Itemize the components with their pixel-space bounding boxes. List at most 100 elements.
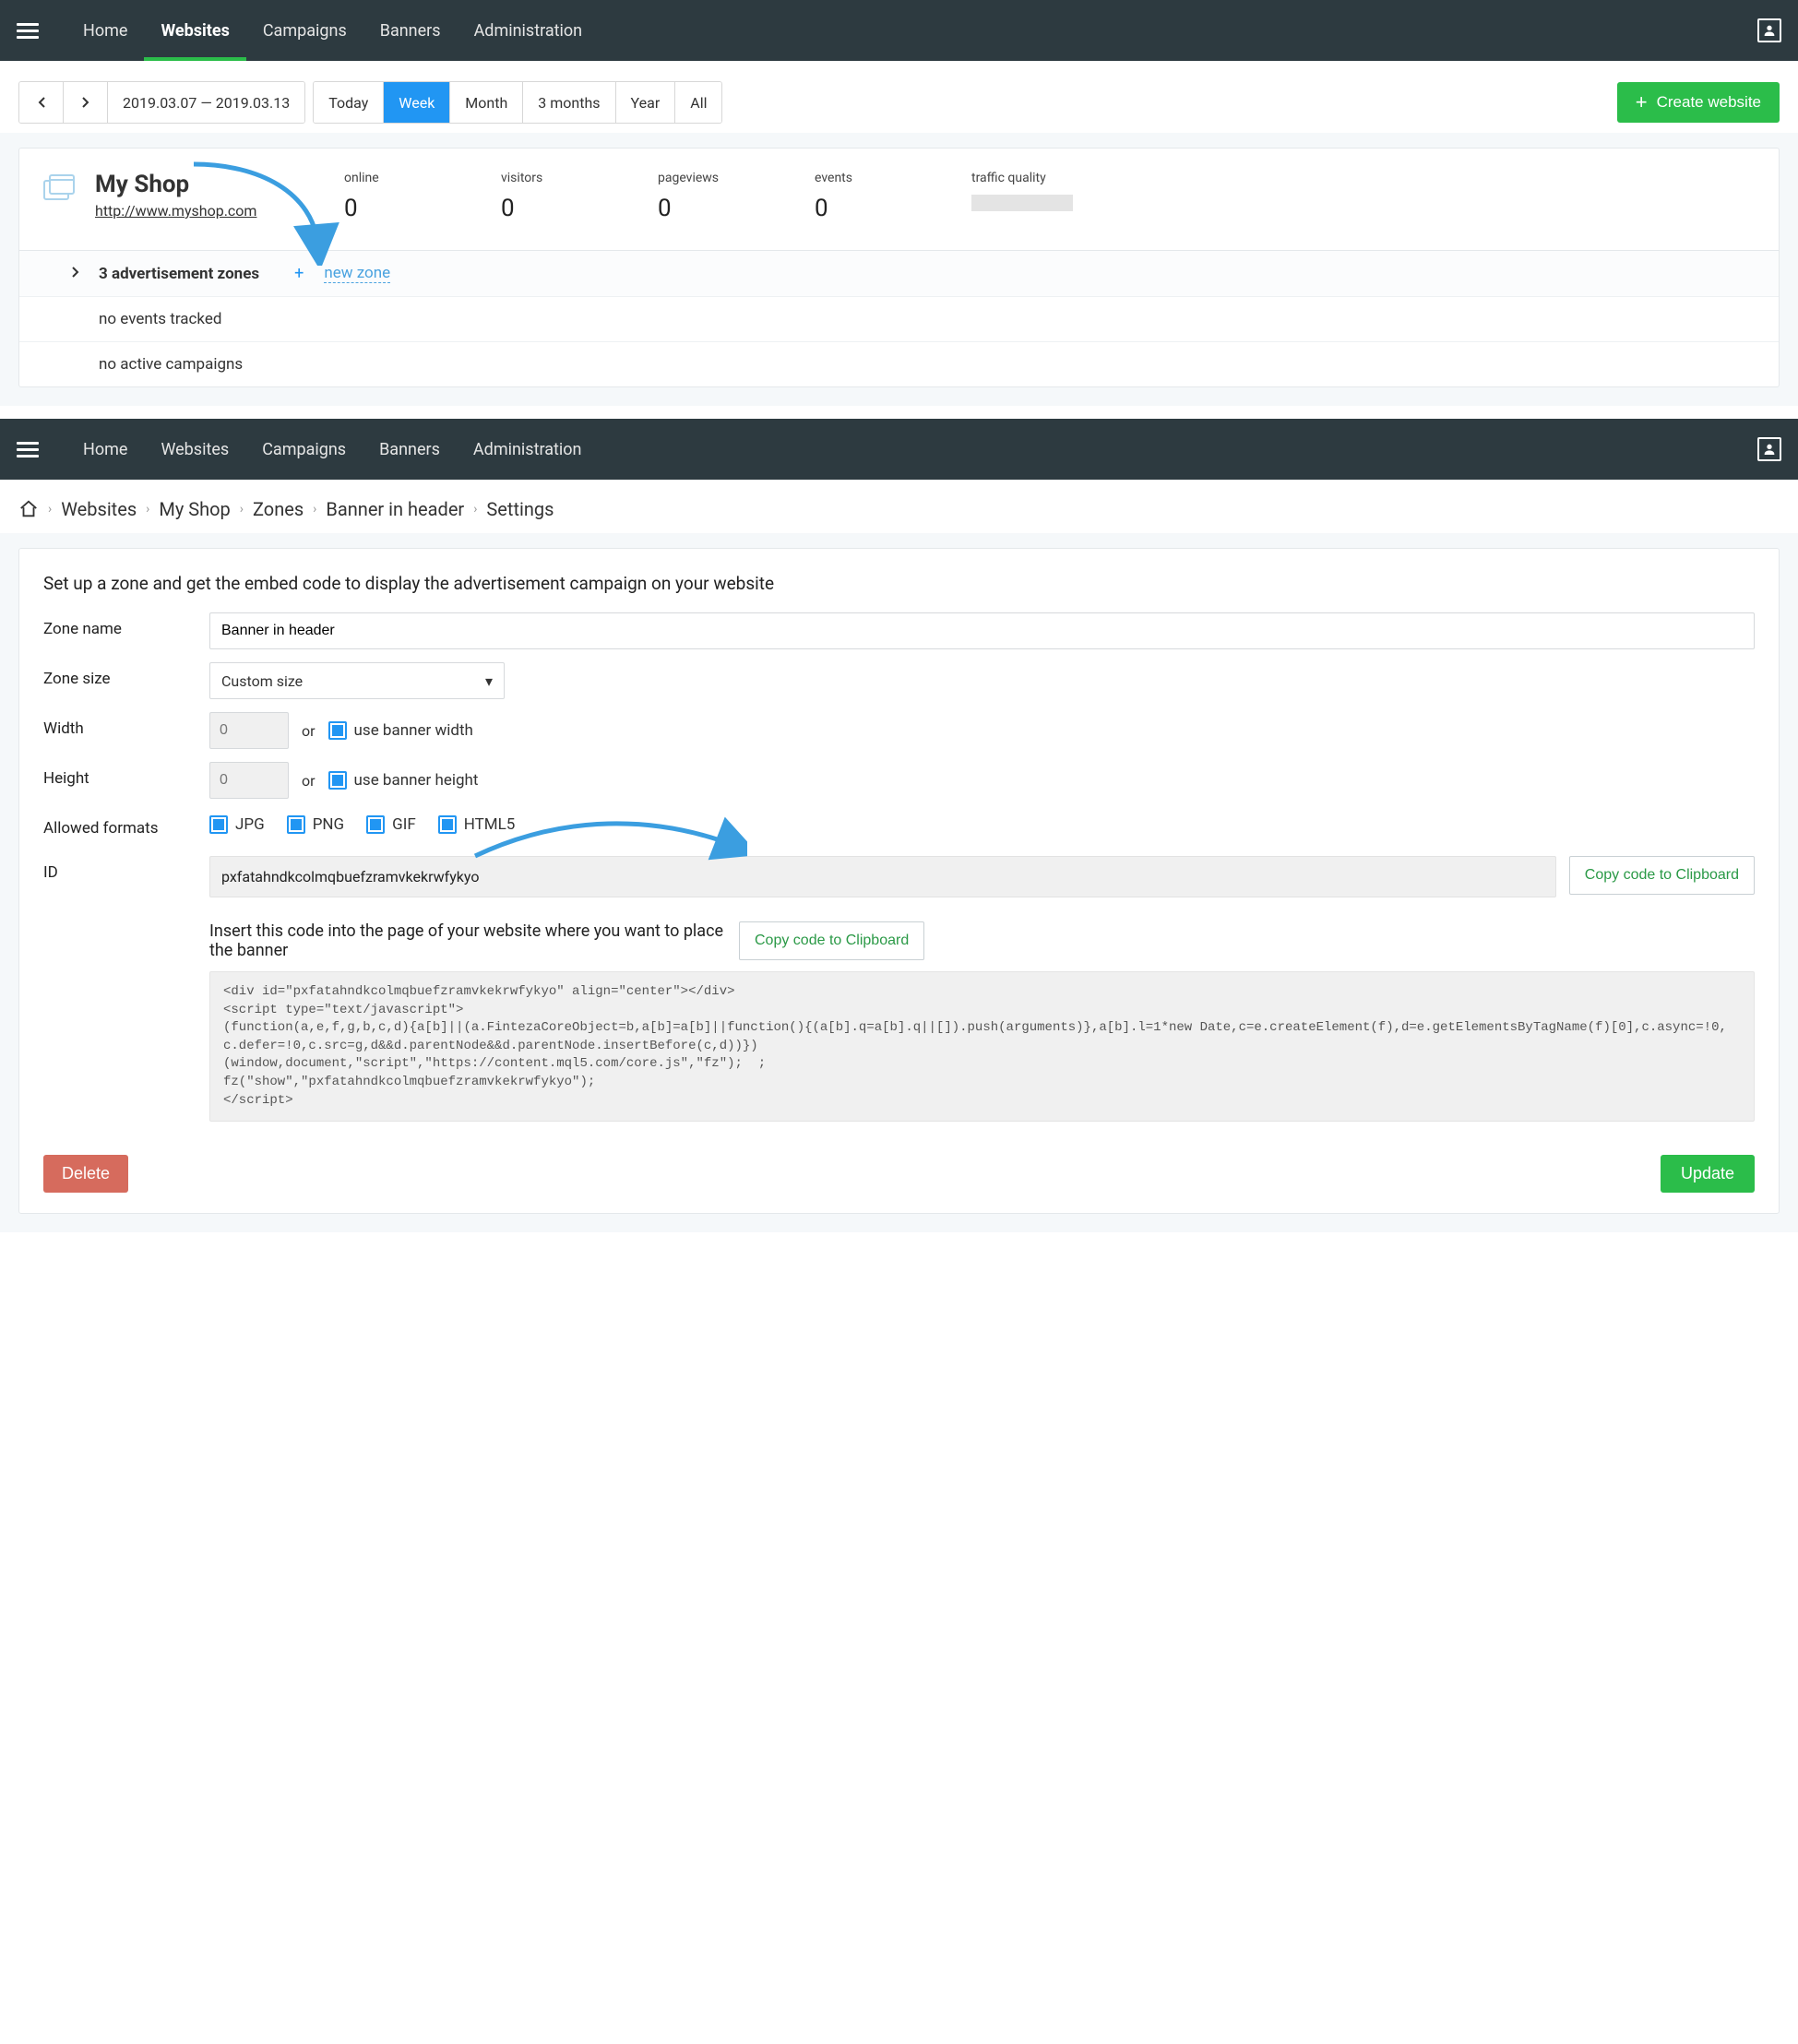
format-label: JPG bbox=[235, 815, 265, 834]
chevron-right-icon: › bbox=[473, 502, 477, 517]
copy-code-button[interactable]: Copy code to Clipboard bbox=[739, 921, 924, 960]
stat-label: events bbox=[815, 171, 888, 185]
form-intro: Set up a zone and get the embed code to … bbox=[43, 573, 1755, 594]
app-header-1: Home Websites Campaigns Banners Administ… bbox=[0, 0, 1798, 61]
label-spacer bbox=[43, 921, 209, 929]
range-preset-group: Today Week Month 3 months Year All bbox=[313, 81, 722, 124]
primary-nav: Home Websites Campaigns Banners Administ… bbox=[66, 0, 1757, 61]
range-all[interactable]: All bbox=[675, 82, 721, 123]
primary-nav-2: Home Websites Campaigns Banners Administ… bbox=[66, 419, 1757, 480]
nav-campaigns[interactable]: Campaigns bbox=[245, 419, 363, 480]
date-prev-button[interactable] bbox=[19, 82, 64, 123]
breadcrumb-websites[interactable]: Websites bbox=[61, 498, 137, 520]
stat-label: online bbox=[344, 171, 418, 185]
format-label: HTML5 bbox=[464, 815, 516, 834]
website-card-head: My Shop http://www.myshop.com online 0 v… bbox=[19, 149, 1779, 250]
or-label: or bbox=[302, 772, 316, 790]
label-zone-size: Zone size bbox=[43, 662, 209, 688]
stat-events: events 0 bbox=[815, 171, 888, 222]
nav-websites[interactable]: Websites bbox=[144, 419, 245, 480]
breadcrumb-zones[interactable]: Zones bbox=[253, 498, 304, 520]
format-gif-checkbox[interactable]: GIF bbox=[366, 815, 416, 834]
range-3months[interactable]: 3 months bbox=[523, 82, 615, 123]
quality-bar bbox=[971, 195, 1073, 211]
nav-campaigns[interactable]: Campaigns bbox=[246, 0, 363, 61]
label-id: ID bbox=[43, 856, 209, 882]
stat-value: 0 bbox=[658, 195, 732, 222]
update-button[interactable]: Update bbox=[1661, 1155, 1755, 1193]
stat-online: online 0 bbox=[344, 171, 418, 222]
zone-size-value: Custom size bbox=[221, 672, 303, 690]
stat-label: traffic quality bbox=[971, 171, 1101, 185]
delete-button[interactable]: Delete bbox=[43, 1155, 128, 1193]
format-jpg-checkbox[interactable]: JPG bbox=[209, 815, 265, 834]
new-zone-link[interactable]: new zone bbox=[324, 264, 390, 283]
site-info: My Shop http://www.myshop.com bbox=[95, 171, 289, 222]
no-campaigns-label: no active campaigns bbox=[99, 355, 243, 374]
format-png-checkbox[interactable]: PNG bbox=[287, 815, 344, 834]
insert-code-instruction: Insert this code into the page of your w… bbox=[209, 921, 726, 960]
stat-value: 0 bbox=[815, 195, 888, 222]
breadcrumb: › Websites › My Shop › Zones › Banner in… bbox=[0, 480, 1798, 533]
checkbox-icon bbox=[328, 771, 347, 790]
zones-row[interactable]: 3 advertisement zones + new zone bbox=[19, 251, 1779, 296]
zone-name-input[interactable] bbox=[209, 612, 1755, 649]
nav-websites[interactable]: Websites bbox=[144, 0, 245, 61]
label-height: Height bbox=[43, 762, 209, 788]
nav-home[interactable]: Home bbox=[66, 419, 144, 480]
width-input[interactable] bbox=[209, 712, 289, 749]
height-input[interactable] bbox=[209, 762, 289, 799]
range-month[interactable]: Month bbox=[450, 82, 523, 123]
website-subrows: 3 advertisement zones + new zone no even… bbox=[19, 250, 1779, 386]
format-html5-checkbox[interactable]: HTML5 bbox=[438, 815, 516, 834]
website-panel: My Shop http://www.myshop.com online 0 v… bbox=[0, 133, 1798, 406]
zone-settings-card: Set up a zone and get the embed code to … bbox=[18, 548, 1780, 1214]
no-events-label: no events tracked bbox=[99, 310, 221, 328]
home-icon[interactable] bbox=[18, 499, 39, 519]
zone-size-select[interactable]: Custom size ▾ bbox=[209, 662, 505, 699]
chevron-right-icon: › bbox=[146, 502, 149, 517]
user-account-icon[interactable] bbox=[1757, 437, 1781, 461]
stats-row: online 0 visitors 0 pageviews 0 events 0… bbox=[344, 171, 1755, 222]
date-nav-group: 2019.03.07 — 2019.03.13 bbox=[18, 81, 305, 124]
breadcrumb-settings[interactable]: Settings bbox=[486, 498, 554, 520]
plus-zone-icon[interactable]: + bbox=[294, 264, 304, 283]
nav-banners[interactable]: Banners bbox=[363, 0, 458, 61]
range-year[interactable]: Year bbox=[616, 82, 676, 123]
windows-icon bbox=[43, 174, 77, 202]
breadcrumb-myshop[interactable]: My Shop bbox=[159, 498, 230, 520]
row-insert-code: Insert this code into the page of your w… bbox=[43, 921, 1755, 1122]
stat-pageviews: pageviews 0 bbox=[658, 171, 732, 222]
site-url-link[interactable]: http://www.myshop.com bbox=[95, 202, 256, 220]
date-range-display: 2019.03.07 — 2019.03.13 bbox=[108, 82, 304, 123]
range-week[interactable]: Week bbox=[384, 82, 450, 123]
hamburger-menu-icon[interactable] bbox=[17, 438, 39, 461]
form-footer: Delete Update bbox=[43, 1155, 1755, 1193]
checkbox-icon bbox=[328, 721, 347, 740]
use-banner-height-checkbox[interactable]: use banner height bbox=[328, 771, 479, 790]
use-banner-width-label: use banner width bbox=[354, 721, 473, 740]
nav-banners[interactable]: Banners bbox=[363, 419, 457, 480]
app-header-2: Home Websites Campaigns Banners Administ… bbox=[0, 419, 1798, 480]
site-name: My Shop bbox=[95, 171, 289, 198]
user-account-icon[interactable] bbox=[1757, 18, 1781, 42]
copy-id-button[interactable]: Copy code to Clipboard bbox=[1569, 856, 1755, 895]
date-next-button[interactable] bbox=[64, 82, 108, 123]
breadcrumb-banner-in-header[interactable]: Banner in header bbox=[326, 498, 464, 520]
nav-administration[interactable]: Administration bbox=[458, 0, 600, 61]
range-today[interactable]: Today bbox=[314, 82, 384, 123]
hamburger-menu-icon[interactable] bbox=[17, 19, 39, 42]
use-banner-width-checkbox[interactable]: use banner width bbox=[328, 721, 473, 740]
row-allowed-formats: Allowed formats JPG PNG GIF HTML5 bbox=[43, 812, 1755, 838]
create-website-button[interactable]: + Create website bbox=[1617, 82, 1780, 123]
nav-administration[interactable]: Administration bbox=[457, 419, 599, 480]
row-zone-name: Zone name bbox=[43, 612, 1755, 649]
format-label: PNG bbox=[313, 815, 344, 834]
embed-code-display: <div id="pxfatahndkcolmqbuefzramvkekrwfy… bbox=[209, 971, 1755, 1122]
checkbox-icon bbox=[366, 815, 385, 834]
no-campaigns-row: no active campaigns bbox=[19, 341, 1779, 386]
nav-home[interactable]: Home bbox=[66, 0, 144, 61]
website-card: My Shop http://www.myshop.com online 0 v… bbox=[18, 148, 1780, 387]
chevron-right-icon bbox=[71, 267, 79, 281]
stat-visitors: visitors 0 bbox=[501, 171, 575, 222]
